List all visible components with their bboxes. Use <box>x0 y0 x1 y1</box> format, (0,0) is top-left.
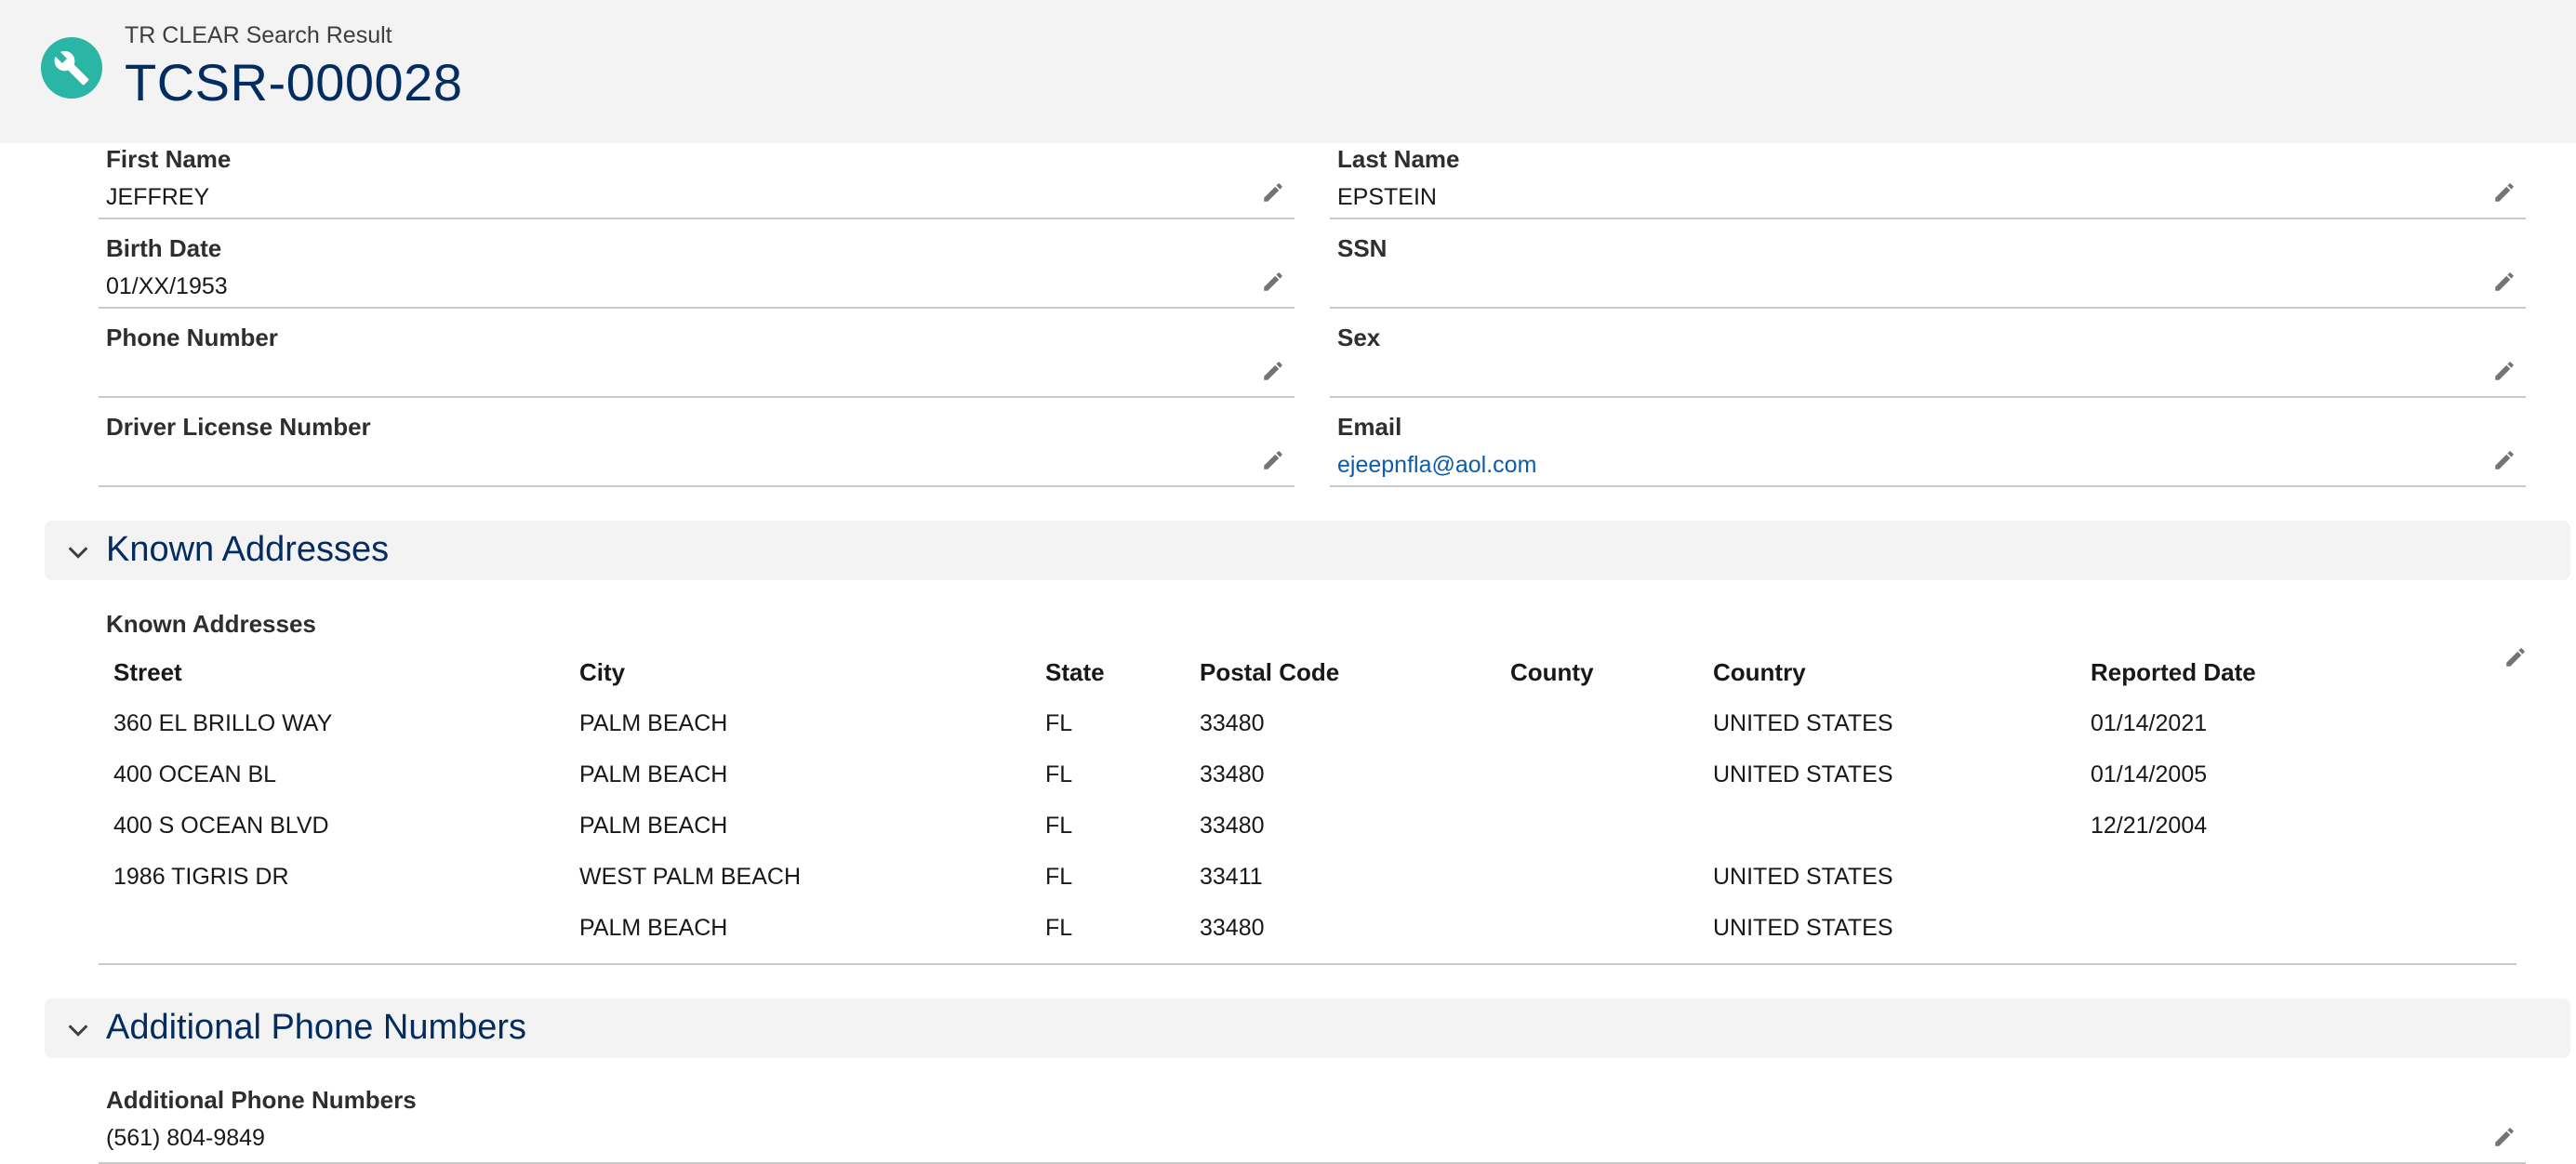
chevron-down-icon[interactable] <box>63 537 93 567</box>
field-label: Phone Number <box>106 324 278 351</box>
pencil-icon[interactable] <box>2490 357 2518 385</box>
pencil-icon[interactable] <box>2490 179 2518 206</box>
field-value: (561) 804-9849 <box>106 1125 265 1151</box>
field-last-name: Last Name EPSTEIN <box>1330 143 2526 219</box>
page-header: TR CLEAR Search Result TCSR-000028 <box>0 0 2576 143</box>
pencil-icon[interactable] <box>2490 1123 2518 1151</box>
field-email: Email ejeepnfla@aol.com <box>1330 411 2526 487</box>
field-value: JEFFREY <box>106 184 210 210</box>
cell-postal-code: 33480 <box>1200 710 1265 736</box>
section-title: Known Addresses <box>106 530 390 569</box>
cell-postal-code: 33411 <box>1200 864 1263 890</box>
cell-reported-date: 01/14/2005 <box>2091 761 2208 787</box>
pencil-icon[interactable] <box>2490 268 2518 296</box>
field-label: Email <box>1337 413 1402 441</box>
field-value: EPSTEIN <box>1337 184 1437 210</box>
cell-postal-code: 33480 <box>1200 761 1265 787</box>
column-header: County <box>1510 658 1594 686</box>
cell-state: FL <box>1045 915 1073 941</box>
cell-street: 1986 TIGRIS DR <box>113 864 289 890</box>
cell-country: UNITED STATES <box>1713 761 1893 787</box>
section-title: Additional Phone Numbers <box>106 1008 527 1047</box>
object-type-label: TR CLEAR Search Result <box>125 22 392 48</box>
cell-city: PALM BEACH <box>579 710 728 736</box>
cell-postal-code: 33480 <box>1200 813 1265 839</box>
cell-state: FL <box>1045 761 1073 787</box>
cell-street: 400 OCEAN BL <box>113 761 277 787</box>
field-additional-phone-numbers: Additional Phone Numbers (561) 804-9849 <box>99 1084 2526 1164</box>
column-header: Country <box>1713 658 1806 686</box>
cell-state: FL <box>1045 813 1073 839</box>
field-label: Last Name <box>1337 145 1460 173</box>
pencil-icon[interactable] <box>2490 446 2518 474</box>
column-header: Postal Code <box>1200 658 1340 686</box>
field-label: Additional Phone Numbers <box>106 1086 417 1114</box>
record-detail: First Name JEFFREY Last Name EPSTEIN Bir… <box>11 143 2576 1164</box>
pencil-icon[interactable] <box>2502 643 2530 671</box>
cell-postal-code: 33480 <box>1200 915 1265 941</box>
cell-reported-date: 12/21/2004 <box>2091 813 2208 839</box>
cell-country: UNITED STATES <box>1713 864 1893 890</box>
cell-city: WEST PALM BEACH <box>579 864 802 890</box>
cell-city: PALM BEACH <box>579 761 728 787</box>
pencil-icon[interactable] <box>1259 179 1287 206</box>
section-known-addresses[interactable]: Known Addresses <box>45 521 2570 580</box>
cell-city: PALM BEACH <box>579 813 728 839</box>
chevron-down-icon[interactable] <box>63 1015 93 1045</box>
cell-city: PALM BEACH <box>579 915 728 941</box>
column-header: State <box>1045 658 1105 686</box>
field-label: Birth Date <box>106 234 222 262</box>
field-label: Sex <box>1337 324 1381 351</box>
column-header: Reported Date <box>2091 658 2256 686</box>
field-phone-number: Phone Number <box>99 322 1295 398</box>
column-header: Street <box>113 658 182 686</box>
cell-street: 360 EL BRILLO WAY <box>113 710 333 736</box>
page-title: TCSR-000028 <box>125 53 463 112</box>
email-link[interactable]: ejeepnfla@aol.com <box>1337 452 1536 479</box>
cell-state: FL <box>1045 864 1073 890</box>
field-label: First Name <box>106 145 232 173</box>
cell-reported-date: 01/14/2021 <box>2091 710 2208 736</box>
cell-country: UNITED STATES <box>1713 710 1893 736</box>
field-label: SSN <box>1337 234 1388 262</box>
field-label: Driver License Number <box>106 413 371 441</box>
field-sex: Sex <box>1330 322 2526 398</box>
field-birth-date: Birth Date 01/XX/1953 <box>99 232 1295 309</box>
section-additional-phone-numbers[interactable]: Additional Phone Numbers <box>45 999 2570 1058</box>
cell-state: FL <box>1045 710 1073 736</box>
field-ssn: SSN <box>1330 232 2526 309</box>
field-driver-license: Driver License Number <box>99 411 1295 487</box>
pencil-icon[interactable] <box>1259 268 1287 296</box>
field-first-name: First Name JEFFREY <box>99 143 1295 219</box>
wrench-icon <box>41 37 102 99</box>
pencil-icon[interactable] <box>1259 357 1287 385</box>
table-divider <box>99 963 2516 965</box>
cell-country: UNITED STATES <box>1713 915 1893 941</box>
column-header: City <box>579 658 626 686</box>
cell-street: 400 S OCEAN BLVD <box>113 813 329 839</box>
field-value: 01/XX/1953 <box>106 273 228 299</box>
table-label: Known Addresses <box>106 610 316 638</box>
pencil-icon[interactable] <box>1259 446 1287 474</box>
